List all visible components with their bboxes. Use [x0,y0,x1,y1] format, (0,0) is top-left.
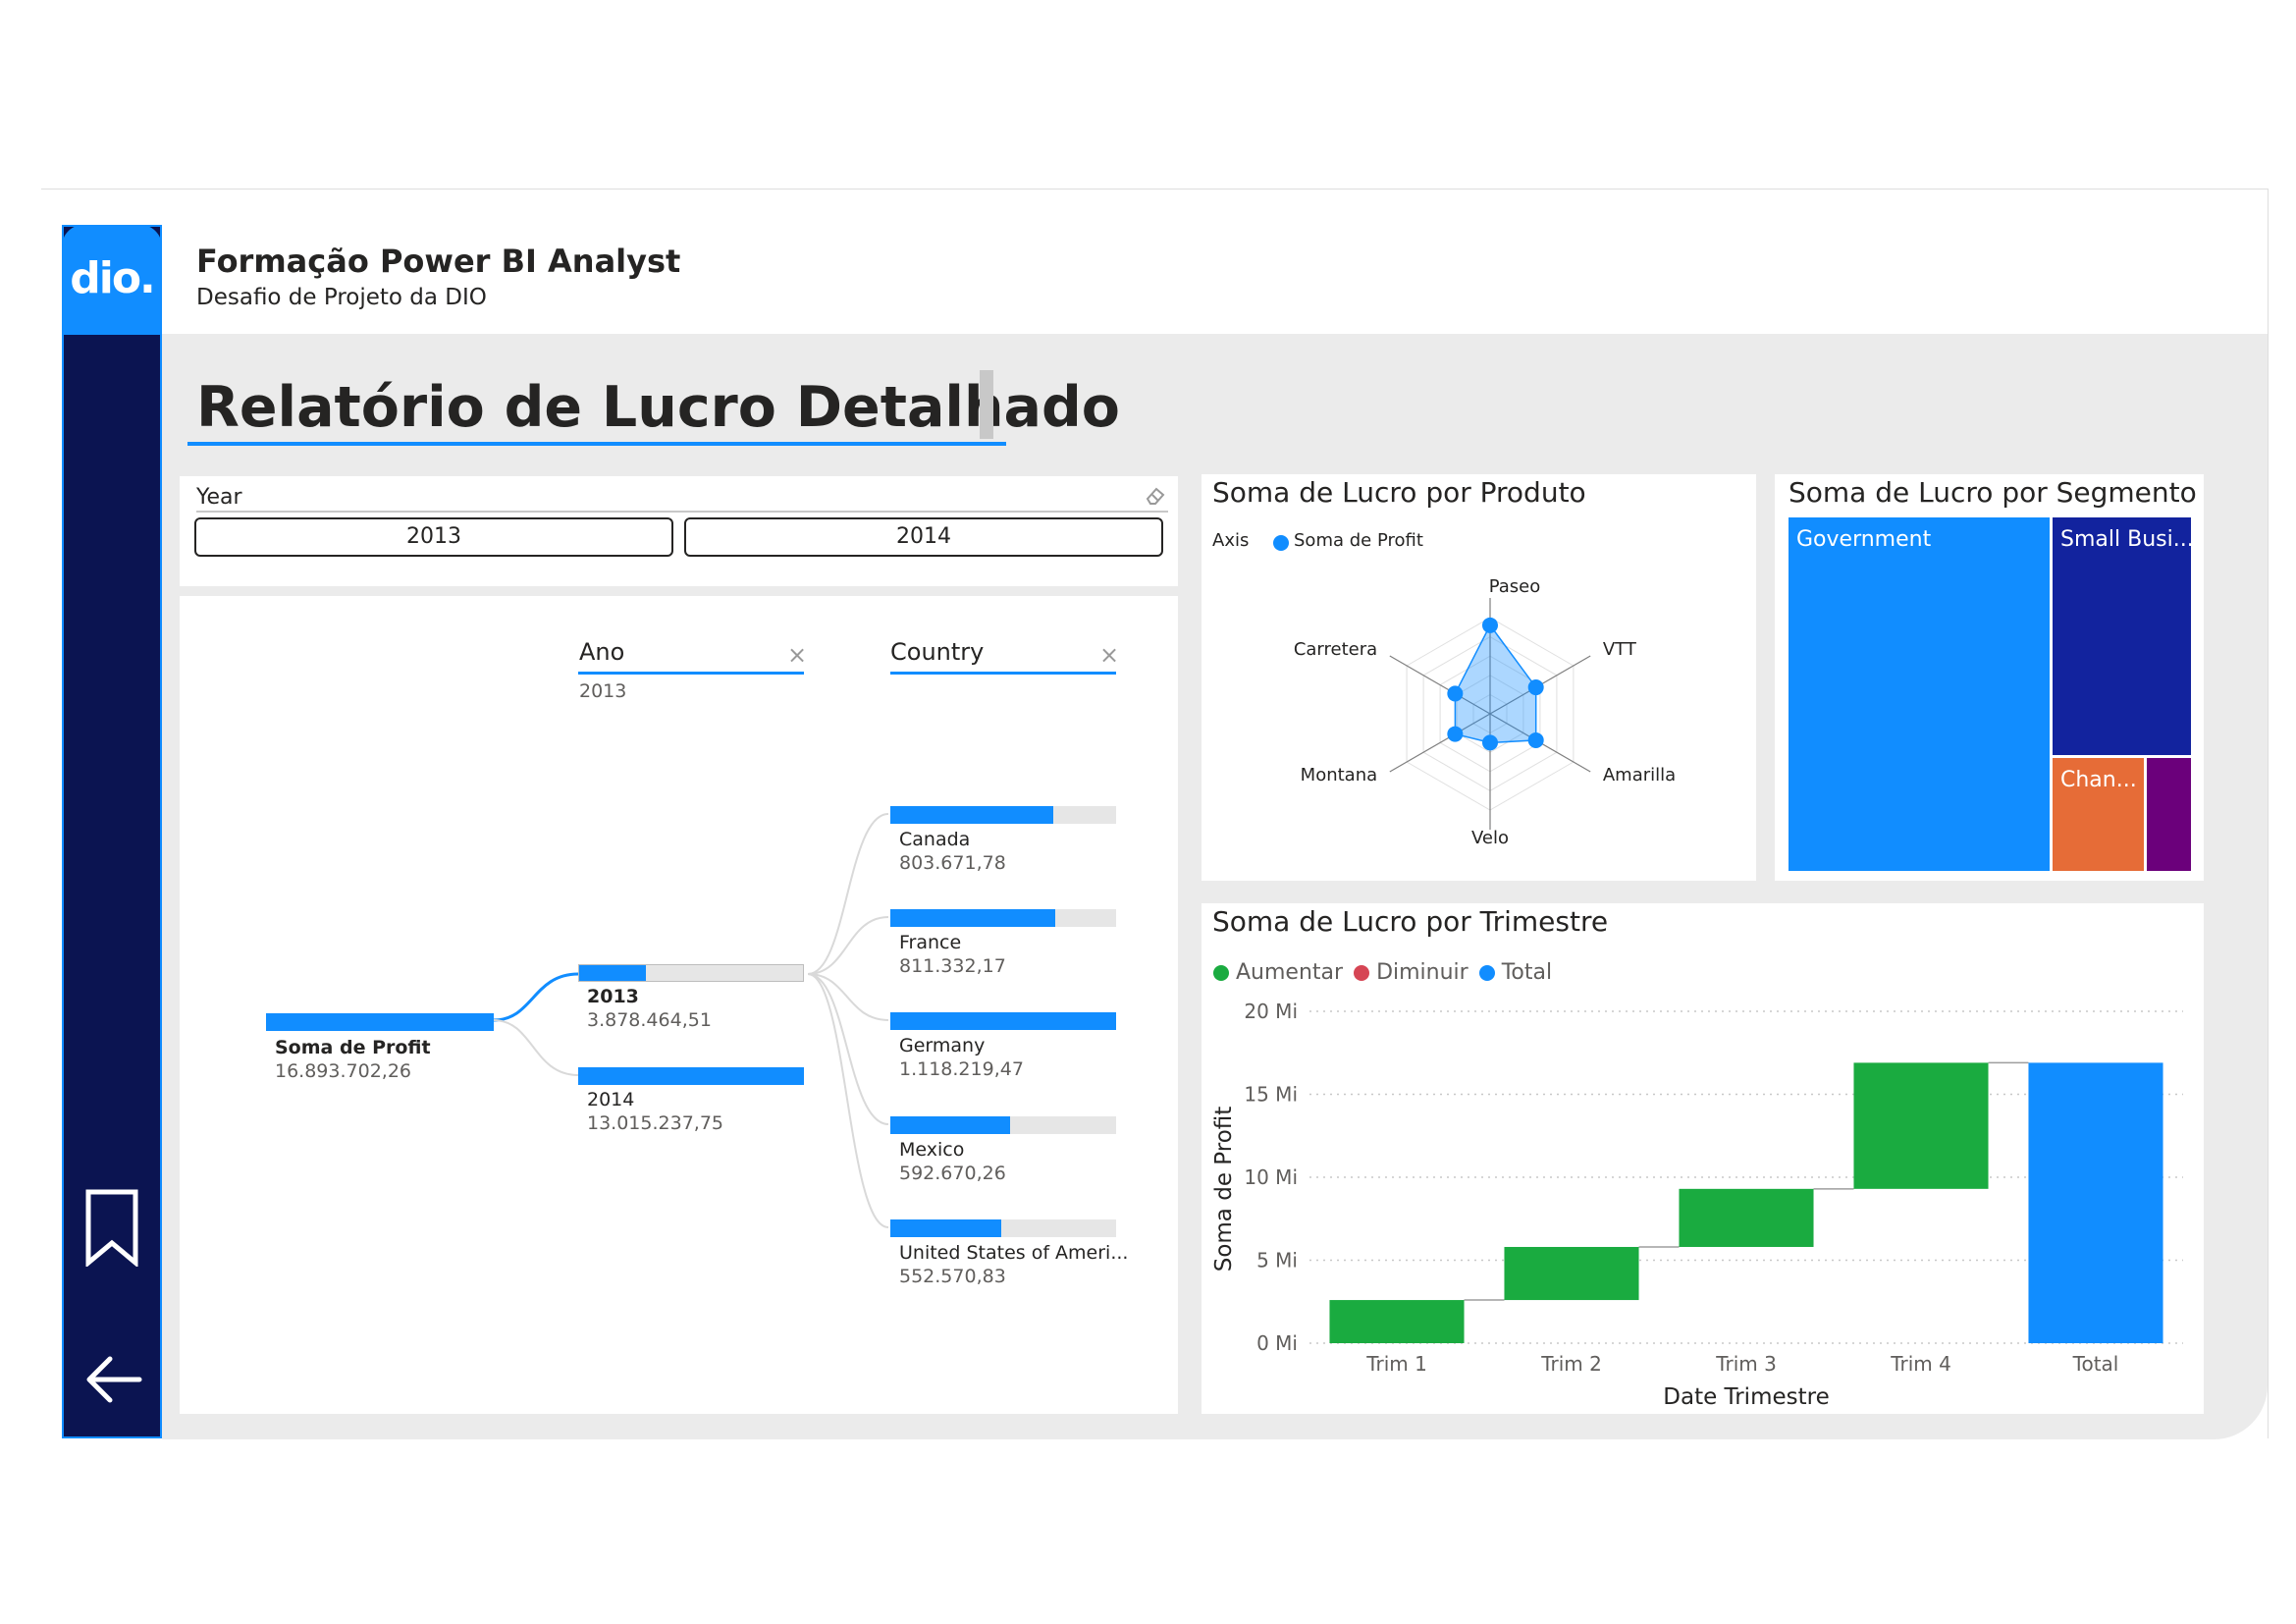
country-label: Canada [899,829,971,850]
country-label: United States of Ameri... [899,1242,1129,1264]
slicer-divider [196,511,1168,513]
country-bar-fill [890,1012,1116,1030]
slicer-option-2013[interactable]: 2013 [194,517,673,557]
treemap-title: Soma de Lucro por Segmento [1789,476,2197,509]
treemap-tile-channel[interactable]: Chan... [2053,758,2144,871]
country-value: 1.118.219,47 [899,1058,1024,1080]
app-title: Formação Power BI Analyst [196,243,681,280]
root-bar[interactable] [266,1013,494,1031]
country-bar-fill [890,909,1055,927]
radar-legend-marker [1273,532,1289,551]
radar-legend-title: Axis [1212,530,1250,551]
root-bar-fill [266,1013,494,1031]
country-bar-france[interactable] [890,909,1116,927]
treemap-tile-small-business[interactable]: Small Busi... [2053,517,2194,755]
slicer-label: Year [196,485,242,510]
slicer-option-2014[interactable]: 2014 [684,517,1163,557]
radar-axis-label: Paseo [1488,576,1541,597]
country-bar-germany[interactable] [890,1012,1116,1030]
y-tick-label: 10 Mi [1244,1165,1298,1189]
country-label: Mexico [899,1139,965,1161]
legend-marker-diminuir [1354,965,1370,981]
bookmark-icon[interactable] [84,1188,139,1269]
dio-logo-text: dio. [70,253,156,303]
radar-axis-label: Carretera [1293,639,1378,660]
increase-bar[interactable] [1504,1246,1639,1301]
y-tick-label: 0 Mi [1256,1331,1298,1355]
year-value-2013: 3.878.464,51 [587,1009,712,1031]
country-value: 592.670,26 [899,1163,1006,1184]
year-bar-fill [578,1067,804,1085]
increase-bar[interactable] [1679,1188,1814,1247]
radar-legend-item: Soma de Profit [1294,530,1423,551]
root-label: Soma de Profit [275,1037,431,1058]
x-axis-title: Date Trimestre [1663,1384,1829,1410]
y-axis-title: Soma de Profit [1211,1107,1237,1272]
waterfall-chart: 0 Mi 5 Mi 10 Mi 15 Mi 20 Mi Trim 1 Trim 2 Trim … [1211,1000,2183,1410]
radar-axis-label: VTT [1602,639,1636,660]
country-value: 803.671,78 [899,852,1006,874]
waterfall-legend: Aumentar Diminuir Total [1213,960,1552,985]
country-value: 552.570,83 [899,1266,1006,1287]
radar-title: Soma de Lucro por Produto [1212,476,1586,509]
country-label: Germany [899,1035,986,1056]
y-tick-label: 20 Mi [1244,1000,1298,1023]
arrow-left-icon[interactable] [84,1355,143,1404]
radar-axis-label: Amarilla [1602,765,1677,785]
eraser-icon[interactable] [1145,485,1166,507]
year-value-2014: 13.015.237,75 [587,1112,724,1134]
increase-bar[interactable] [1329,1300,1465,1343]
radar-axis-label: Montana [1300,765,1378,785]
country-bar-mexico[interactable] [890,1116,1116,1134]
country-bar-fill [890,1116,1010,1134]
year-bar-fill [579,965,647,981]
country-bar-usa[interactable] [890,1219,1116,1237]
country-bar-fill [890,1219,1001,1237]
year-bar-2013[interactable] [578,964,804,982]
x-tick-label: Trim 4 [1890,1352,1951,1376]
treemap-label: Government [1796,527,1932,552]
country-value: 811.332,17 [899,955,1006,977]
x-tick-label: Total [2072,1352,2119,1376]
treemap-label: Chan... [2060,768,2137,792]
x-tick-label: Trim 2 [1540,1352,1602,1376]
total-bar[interactable] [2028,1062,2163,1343]
x-tick-label: Trim 3 [1715,1352,1777,1376]
legend-diminuir: Diminuir [1376,960,1468,985]
y-tick-label: 15 Mi [1244,1083,1298,1107]
radar-axis-label: Velo [1470,828,1509,848]
year-label-2014: 2014 [587,1089,635,1110]
treemap-label: Small Busi... [2060,527,2194,552]
legend-marker-total [1478,965,1495,981]
app-subtitle: Desafio de Projeto da DIO [196,285,487,310]
legend-total: Total [1501,960,1553,985]
tree-connectors [493,813,889,1228]
year-label-2013: 2013 [587,986,639,1007]
waterfall-title: Soma de Lucro por Trimestre [1212,905,1609,938]
year-bar-2014[interactable] [578,1067,804,1085]
radar-axis-labels: Paseo VTT Amarilla Velo Montana Carretera [1201,560,1756,874]
title-underline [187,442,1006,446]
increase-bar[interactable] [1853,1062,1989,1189]
root-value: 16.893.702,26 [275,1060,412,1082]
title-accent-bar [980,370,993,439]
country-label: France [899,932,962,953]
x-tick-label: Trim 1 [1365,1352,1427,1376]
treemap-tile-other[interactable] [2147,758,2191,871]
country-bar-fill [890,806,1053,824]
legend-aumentar: Aumentar [1236,960,1344,985]
y-tick-label: 5 Mi [1256,1249,1298,1272]
treemap-tile-government[interactable]: Government [1789,517,2050,871]
legend-marker-aumentar [1213,965,1229,981]
country-bar-canada[interactable] [890,806,1116,824]
